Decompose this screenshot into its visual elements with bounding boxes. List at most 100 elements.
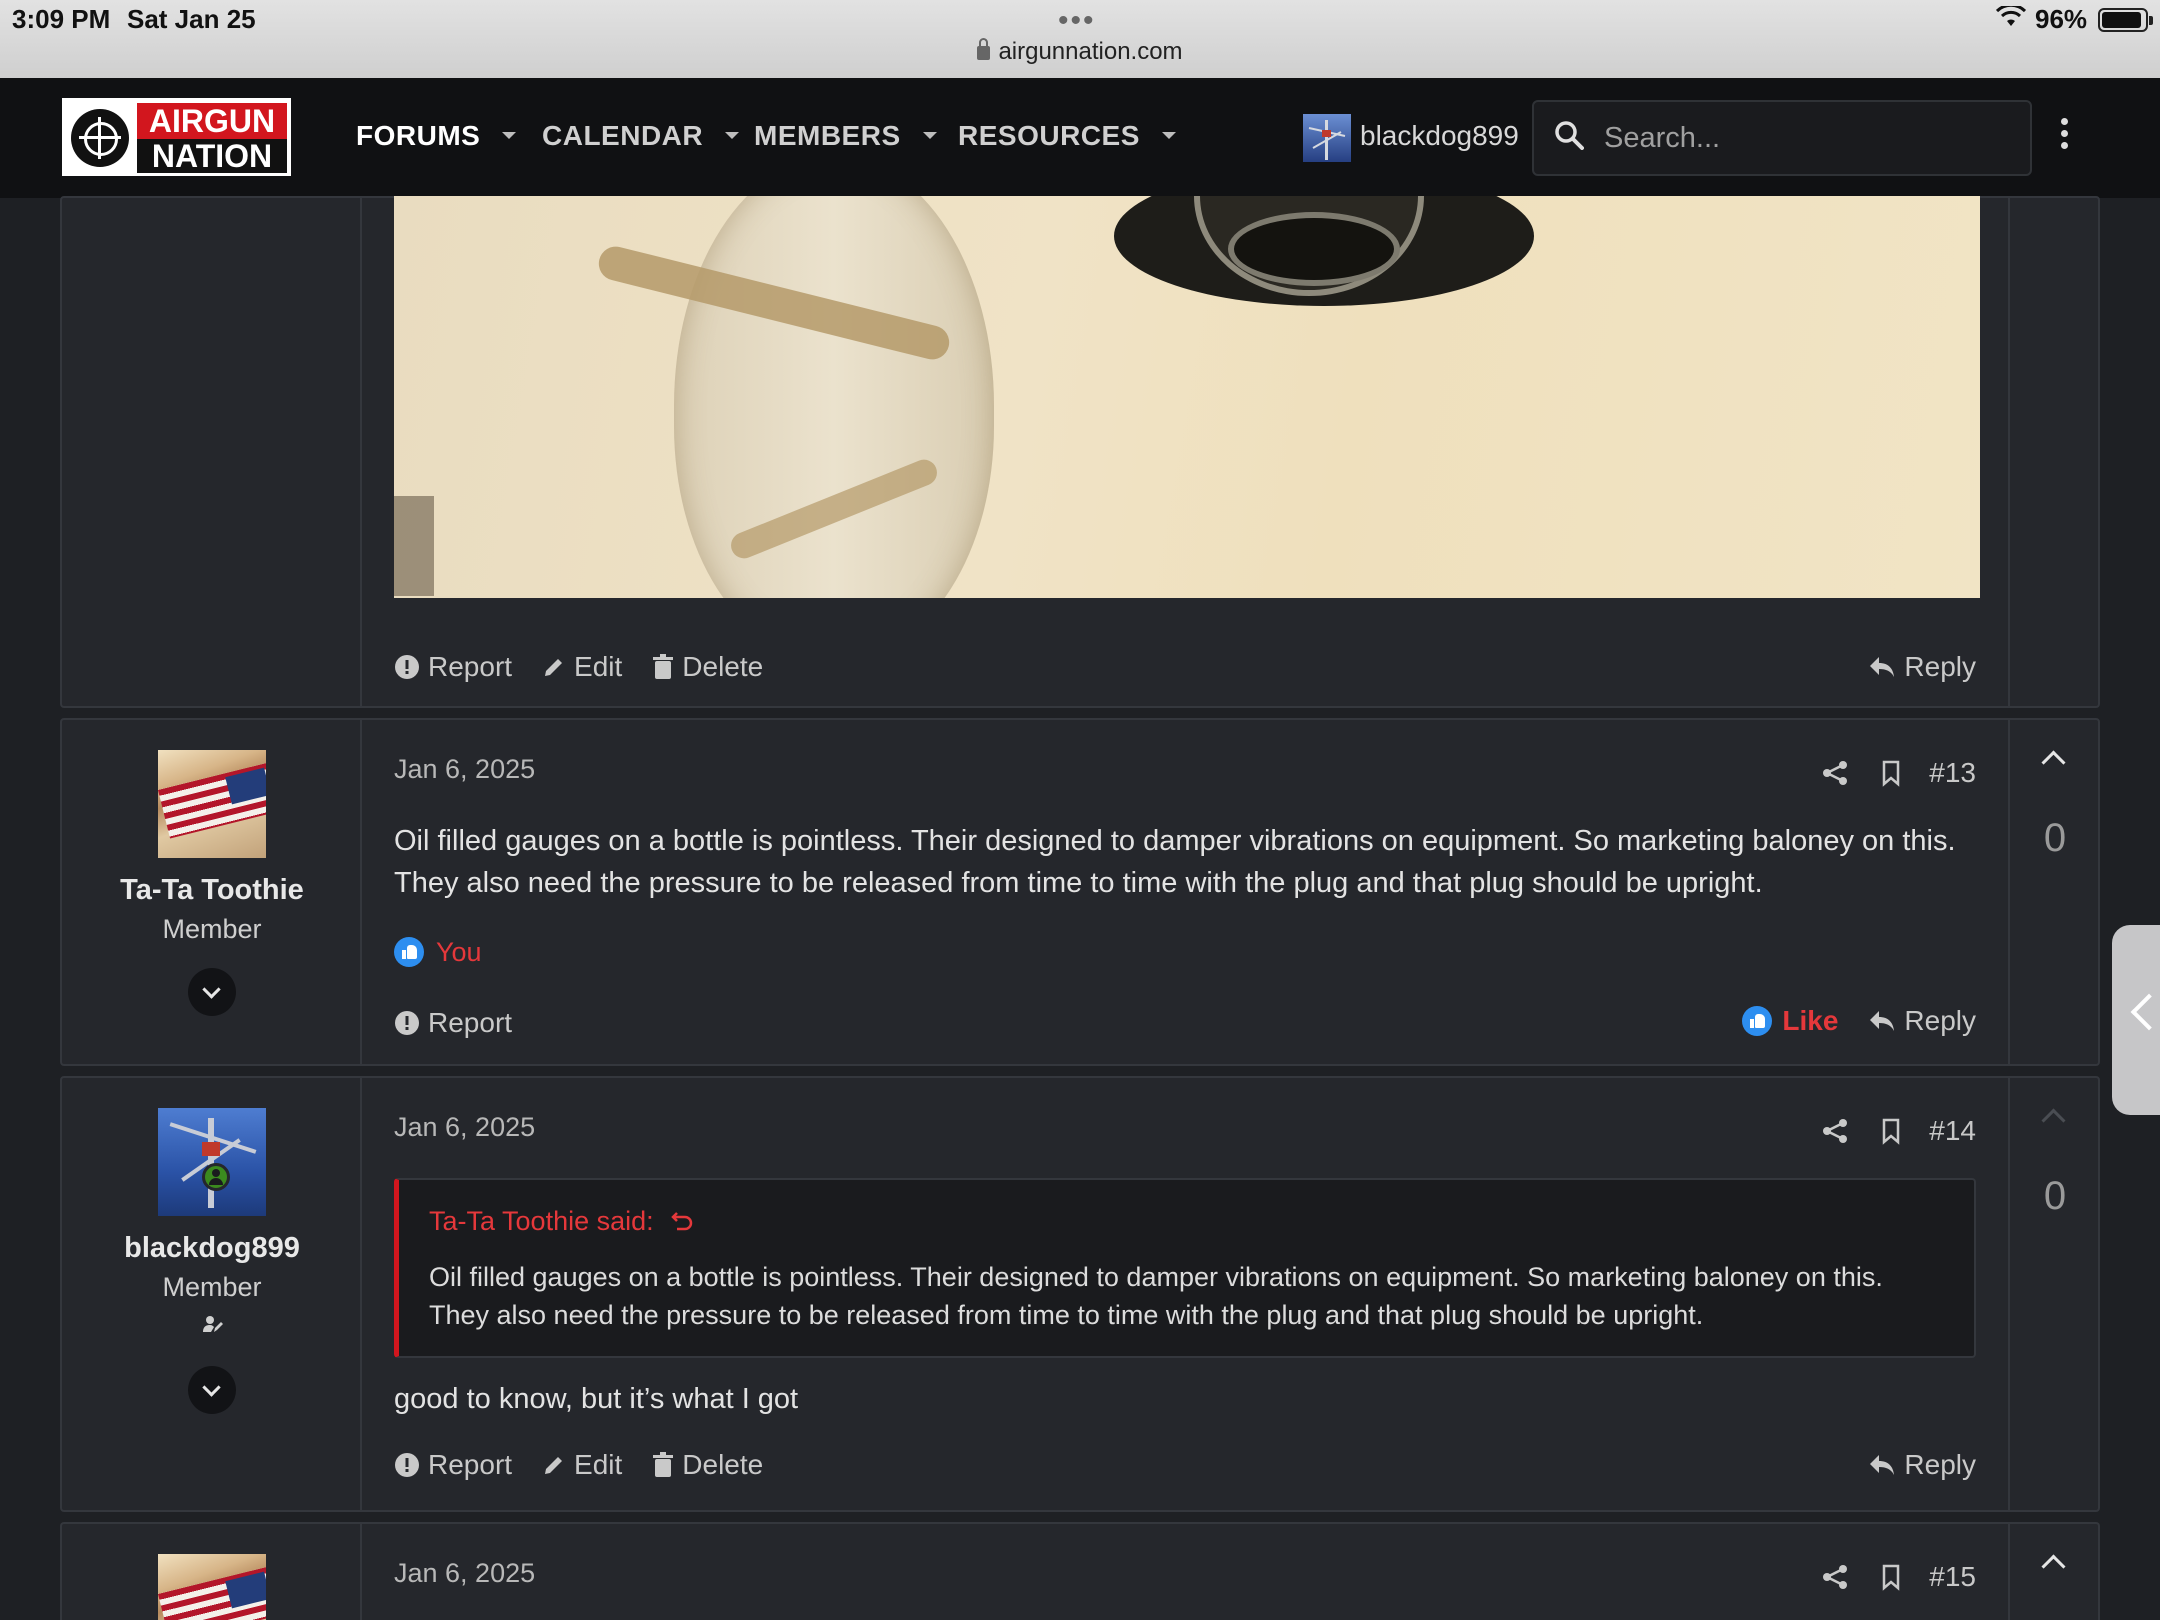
post-number[interactable]: #13 [1929,757,1976,789]
delete-button[interactable]: Delete [652,651,763,683]
report-label: Report [428,651,513,682]
reply-button[interactable]: Reply [1868,1005,1976,1037]
battery-icon [2098,8,2153,32]
delete-label: Delete [682,651,764,682]
nav-members[interactable]: MEMBERS [754,120,937,152]
reply-label: Reply [1904,1005,1976,1036]
nav-calendar[interactable]: CALENDAR [542,120,740,152]
logo-line1: AIRGUN [137,103,287,139]
edit-button[interactable]: Edit [542,651,622,683]
post-number[interactable]: #14 [1929,1115,1976,1147]
like-label: Like [1782,1005,1839,1036]
jump-to-quote-icon[interactable] [671,1209,695,1233]
reply-icon [1870,1011,1895,1031]
post-body: Report Edit Delete Reply [394,198,1976,706]
address-bar[interactable]: airgunnation.com [0,38,2160,66]
like-reaction-icon [394,937,424,967]
share-icon[interactable] [1821,759,1849,787]
reply-icon [1870,1455,1895,1475]
nav-forums[interactable]: FORUMS [356,120,517,152]
bookmark-icon[interactable] [1877,759,1905,787]
status-date: Sat Jan 25 [127,4,256,34]
expand-user-info-button[interactable] [188,968,236,1016]
report-button[interactable]: Report [394,1449,512,1481]
url-text: airgunnation.com [998,38,1183,65]
expand-user-info-button[interactable] [188,1366,236,1414]
reactions-bar[interactable]: You [394,936,482,968]
post-body: Jan 6, 2025 #15 [394,1524,1976,1620]
quote-author[interactable]: Ta-Ta Toothie said: [429,1206,695,1237]
trash-icon [653,1452,674,1477]
post-content: good to know, but it’s what I got [394,1383,799,1415]
post-vote-pane: 0 [2008,1078,2098,1510]
online-status-icon [202,1163,230,1191]
post-body: Jan 6, 2025 #14 Ta-Ta Toothie said: Oil … [394,1078,1976,1510]
reply-button[interactable]: Reply [1868,651,1976,683]
post-date[interactable]: Jan 6, 2025 [394,1558,535,1589]
post-user-pane [62,198,362,706]
report-icon [395,655,419,679]
status-time: 3:09 PM [12,4,111,34]
post-vote-pane [2008,198,2098,706]
chevron-down-icon[interactable] [922,132,937,139]
chevron-down-icon[interactable] [1161,132,1176,139]
bookmark-icon[interactable] [1877,1117,1905,1145]
user-edit-icon [203,1316,223,1332]
reply-icon [1870,657,1895,677]
reaction-names[interactable]: You [436,937,482,968]
post-author[interactable]: blackdog899 [62,1232,362,1265]
report-button[interactable]: Report [394,1007,512,1039]
nav-calendar-label: CALENDAR [542,120,704,151]
post-actions: Report [394,1006,542,1040]
chevron-down-icon[interactable] [725,132,740,139]
post-user-pane: Ta-Ta Toothie Member [62,720,362,1064]
wifi-icon [1996,6,2026,26]
share-icon[interactable] [1821,1563,1849,1591]
multitasking-dots-icon[interactable]: ••• [1058,4,1096,38]
post-body: Jan 6, 2025 #13 Oil filled gauges on a b… [394,720,1976,1064]
user-menu-name[interactable]: blackdog899 [1360,120,1519,152]
edit-label: Edit [574,1449,623,1480]
post-tools: #15 [1793,1560,1976,1594]
nav-resources[interactable]: RESOURCES [958,120,1176,152]
share-icon[interactable] [1821,1117,1849,1145]
avatar[interactable] [158,1554,266,1620]
post-actions: Report Edit Delete [394,1448,793,1482]
user-avatar[interactable] [1303,114,1351,162]
upvote-icon[interactable] [2041,1104,2065,1128]
post-date[interactable]: Jan 6, 2025 [394,1112,535,1143]
avatar[interactable] [158,750,266,858]
post-actions-right: Reply [1868,1448,1976,1482]
more-menu-icon[interactable] [2058,118,2070,158]
post-actions: Report Edit Delete [394,650,793,684]
post-date[interactable]: Jan 6, 2025 [394,754,535,785]
reply-button[interactable]: Reply [1868,1449,1976,1481]
post-author-role: Member [162,1272,262,1302]
vote-count: 0 [2043,1174,2067,1218]
report-icon [395,1011,419,1035]
crosshair-icon [71,109,129,167]
upvote-icon[interactable] [2041,746,2065,770]
chevron-down-icon[interactable] [502,132,517,139]
search-input[interactable] [1604,116,2004,160]
post-number[interactable]: #15 [1929,1561,1976,1593]
post-author-role: Member [162,914,262,944]
upvote-icon[interactable] [2041,1550,2065,1574]
report-icon [395,1453,419,1477]
like-button[interactable]: Like [1742,1005,1838,1037]
post-tools: #13 [1793,756,1976,790]
nav-members-label: MEMBERS [754,120,901,151]
post-author[interactable]: Ta-Ta Toothie [62,874,362,907]
bookmark-icon[interactable] [1877,1563,1905,1591]
pencil-icon [545,1457,563,1474]
side-panel-handle[interactable] [2112,925,2160,1115]
avatar[interactable] [158,1108,266,1216]
report-button[interactable]: Report [394,651,512,683]
delete-button[interactable]: Delete [652,1449,763,1481]
search-box[interactable] [1532,100,2032,176]
lock-icon [977,38,991,60]
quote-author-label: Ta-Ta Toothie said: [429,1206,654,1236]
edit-button[interactable]: Edit [542,1449,622,1481]
search-icon [1555,121,1584,150]
site-logo[interactable]: AIRGUN NATION [62,98,291,176]
